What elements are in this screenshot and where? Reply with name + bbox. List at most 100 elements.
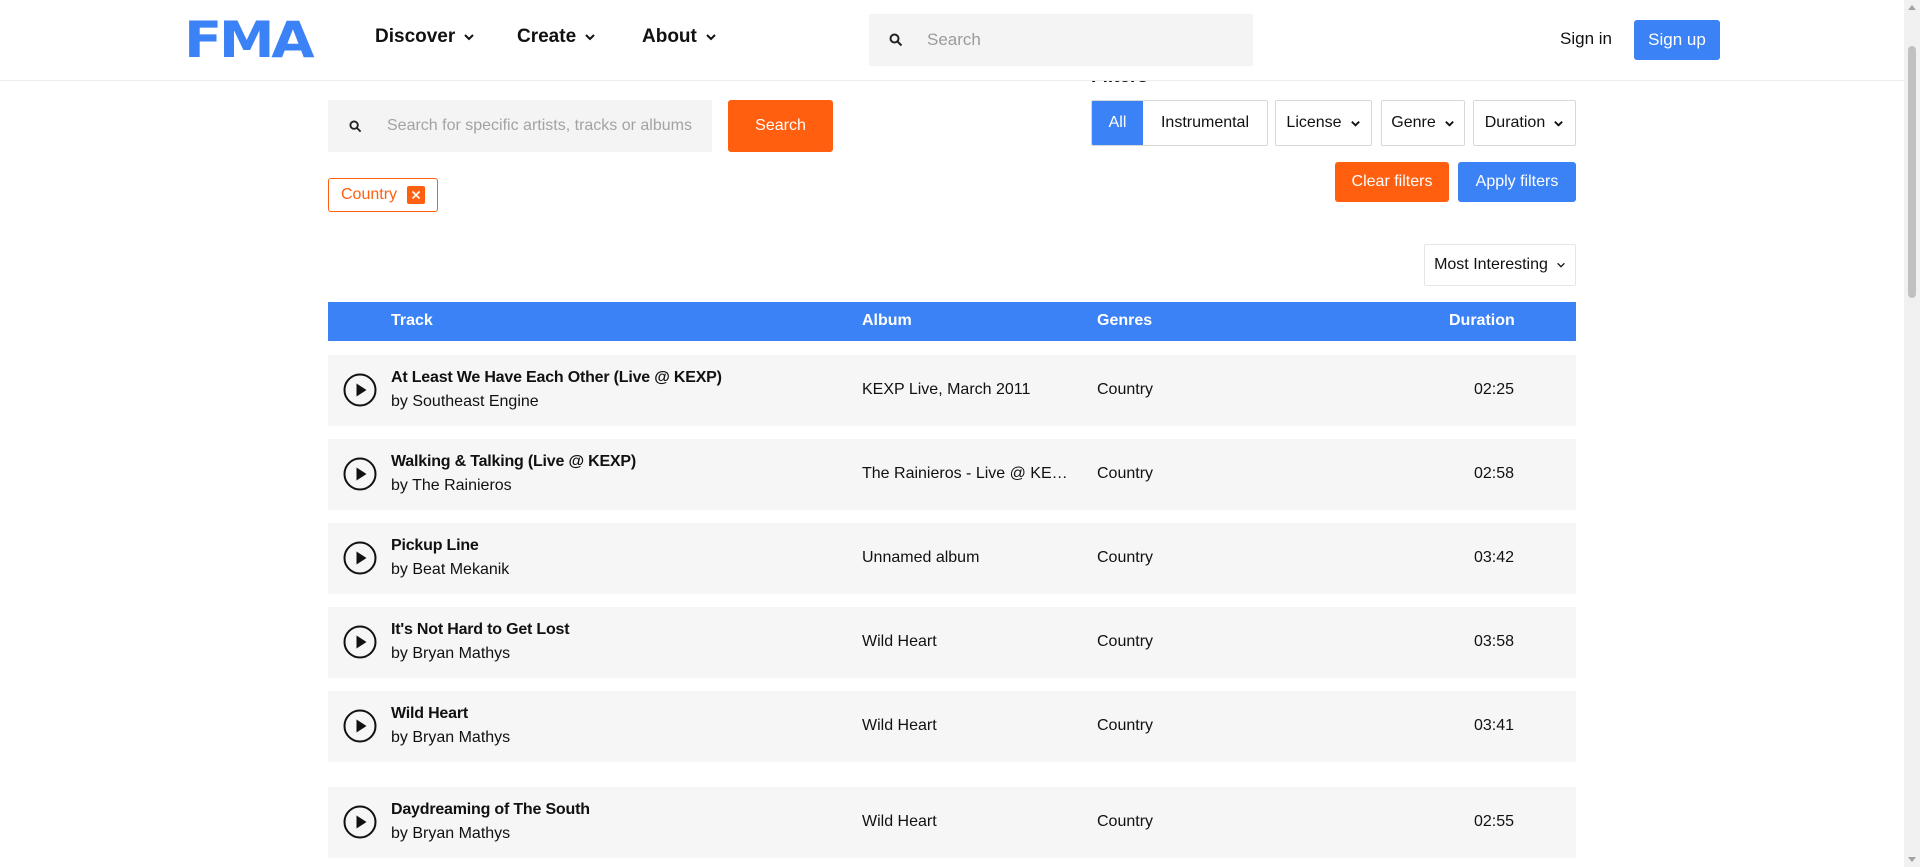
play-icon[interactable] bbox=[343, 805, 377, 839]
track-byline: by Southeast Engine bbox=[391, 393, 539, 411]
sort-dropdown[interactable]: Most Interesting bbox=[1424, 244, 1576, 286]
track-row: Pickup Line by Beat Mekanik Unnamed albu… bbox=[328, 523, 1576, 594]
active-filter-chip: Country bbox=[328, 178, 439, 212]
track-album[interactable]: Wild Heart bbox=[862, 717, 1068, 735]
track-artist[interactable]: Beat Mekanik bbox=[412, 561, 509, 578]
track-byline: by Bryan Mathys bbox=[391, 645, 510, 663]
scroll-up-arrow-icon[interactable] bbox=[1908, 5, 1916, 10]
track-search-input[interactable] bbox=[385, 116, 705, 136]
track-row: Wild Heart by Bryan Mathys Wild Heart Co… bbox=[328, 691, 1576, 762]
site-search-input[interactable] bbox=[925, 29, 1225, 51]
track-genre[interactable]: Country bbox=[1097, 813, 1153, 831]
by-prefix: by bbox=[391, 393, 408, 410]
track-album[interactable]: KEXP Live, March 2011 bbox=[862, 381, 1068, 399]
track-byline: by Bryan Mathys bbox=[391, 825, 510, 843]
genre-dropdown[interactable]: Genre bbox=[1381, 100, 1465, 146]
license-dropdown-label: License bbox=[1286, 114, 1342, 131]
track-genre[interactable]: Country bbox=[1097, 633, 1153, 651]
track-genre[interactable]: Country bbox=[1097, 549, 1153, 567]
scroll-down-arrow-icon[interactable] bbox=[1908, 857, 1916, 862]
track-title[interactable]: Wild Heart bbox=[391, 705, 468, 723]
track-album[interactable]: Wild Heart bbox=[862, 633, 1068, 651]
license-dropdown[interactable]: License bbox=[1275, 100, 1372, 146]
track-artist[interactable]: The Rainieros bbox=[412, 477, 512, 494]
track-title[interactable]: Daydreaming of The South bbox=[391, 801, 590, 819]
track-byline: by Bryan Mathys bbox=[391, 729, 510, 747]
by-prefix: by bbox=[391, 477, 408, 494]
track-type-toggle: All Instrumental bbox=[1091, 100, 1268, 146]
track-artist[interactable]: Bryan Mathys bbox=[412, 645, 510, 662]
track-duration: 03:41 bbox=[1474, 717, 1515, 734]
by-prefix: by bbox=[391, 561, 408, 578]
nav-about[interactable]: About bbox=[642, 26, 717, 48]
nav-create[interactable]: Create bbox=[517, 26, 596, 48]
clear-filters-button[interactable]: Clear filters bbox=[1335, 162, 1449, 202]
fma-logo[interactable]: FMA bbox=[184, 15, 315, 65]
track-search-box bbox=[328, 100, 712, 152]
track-artist[interactable]: Bryan Mathys bbox=[412, 825, 510, 842]
sign-in-link[interactable]: Sign in bbox=[1560, 29, 1612, 49]
track-album[interactable]: Unnamed album bbox=[862, 549, 1068, 567]
chevron-down-icon bbox=[1557, 262, 1565, 268]
active-filter-label: Country bbox=[341, 186, 398, 203]
search-button[interactable]: Search bbox=[728, 100, 833, 152]
sign-up-button[interactable]: Sign up bbox=[1634, 20, 1720, 60]
by-prefix: by bbox=[391, 645, 408, 662]
track-row: It's Not Hard to Get Lost by Bryan Mathy… bbox=[328, 607, 1576, 678]
track-genre[interactable]: Country bbox=[1097, 717, 1153, 735]
search-icon bbox=[349, 119, 362, 132]
column-header-genres: Genres bbox=[1097, 312, 1153, 329]
type-all-option[interactable]: All bbox=[1092, 101, 1143, 145]
site-header: FMA Discover Create About Sign in Sign u… bbox=[0, 0, 1904, 81]
nav-discover-label: Discover bbox=[375, 26, 456, 47]
duration-dropdown[interactable]: Duration bbox=[1473, 100, 1576, 146]
search-icon bbox=[889, 33, 903, 47]
chevron-down-icon bbox=[1350, 120, 1360, 127]
track-title[interactable]: Walking & Talking (Live @ KEXP) bbox=[391, 453, 636, 471]
play-icon[interactable] bbox=[343, 709, 377, 743]
chevron-down-icon bbox=[1554, 120, 1564, 127]
nav-discover[interactable]: Discover bbox=[375, 26, 475, 48]
play-icon[interactable] bbox=[343, 457, 377, 491]
by-prefix: by bbox=[391, 729, 408, 746]
close-icon bbox=[411, 190, 421, 200]
track-title[interactable]: It's Not Hard to Get Lost bbox=[391, 621, 570, 639]
track-row: Walking & Talking (Live @ KEXP) by The R… bbox=[328, 439, 1576, 510]
sort-dropdown-label: Most Interesting bbox=[1434, 256, 1548, 273]
remove-filter-button[interactable] bbox=[407, 186, 426, 204]
chevron-down-icon bbox=[585, 34, 595, 41]
type-instrumental-option[interactable]: Instrumental bbox=[1143, 101, 1267, 145]
track-duration: 02:55 bbox=[1474, 813, 1515, 830]
track-duration: 02:58 bbox=[1474, 465, 1515, 482]
track-artist[interactable]: Bryan Mathys bbox=[412, 729, 510, 746]
track-search-row: Search bbox=[328, 100, 833, 152]
track-row: Daydreaming of The South by Bryan Mathys… bbox=[328, 787, 1576, 858]
track-title[interactable]: Pickup Line bbox=[391, 537, 479, 555]
track-duration: 02:25 bbox=[1474, 381, 1515, 398]
play-icon[interactable] bbox=[343, 541, 377, 575]
track-duration: 03:42 bbox=[1474, 549, 1515, 566]
track-table-header: Track Album Genres Duration bbox=[328, 302, 1576, 341]
track-album[interactable]: The Rainieros - Live @ KEXP bbox=[862, 465, 1068, 483]
track-album[interactable]: Wild Heart bbox=[862, 813, 1068, 831]
track-byline: by The Rainieros bbox=[391, 477, 512, 495]
track-genre[interactable]: Country bbox=[1097, 465, 1153, 483]
genre-dropdown-label: Genre bbox=[1391, 114, 1436, 131]
chevron-down-icon bbox=[1444, 120, 1454, 127]
play-icon[interactable] bbox=[343, 625, 377, 659]
column-header-album: Album bbox=[862, 312, 912, 329]
track-genre[interactable]: Country bbox=[1097, 381, 1153, 399]
apply-filters-button[interactable]: Apply filters bbox=[1458, 162, 1576, 202]
track-duration: 03:58 bbox=[1474, 633, 1515, 650]
page-scrollbar[interactable] bbox=[1904, 0, 1920, 867]
site-search bbox=[869, 14, 1253, 66]
scrollbar-thumb[interactable] bbox=[1908, 46, 1916, 298]
nav-create-label: Create bbox=[517, 26, 577, 47]
track-artist[interactable]: Southeast Engine bbox=[412, 393, 538, 410]
chevron-down-icon bbox=[464, 34, 474, 41]
nav-about-label: About bbox=[642, 26, 697, 47]
track-title[interactable]: At Least We Have Each Other (Live @ KEXP… bbox=[391, 369, 722, 387]
duration-dropdown-label: Duration bbox=[1484, 114, 1546, 131]
column-header-track: Track bbox=[391, 312, 433, 329]
play-icon[interactable] bbox=[343, 373, 377, 407]
